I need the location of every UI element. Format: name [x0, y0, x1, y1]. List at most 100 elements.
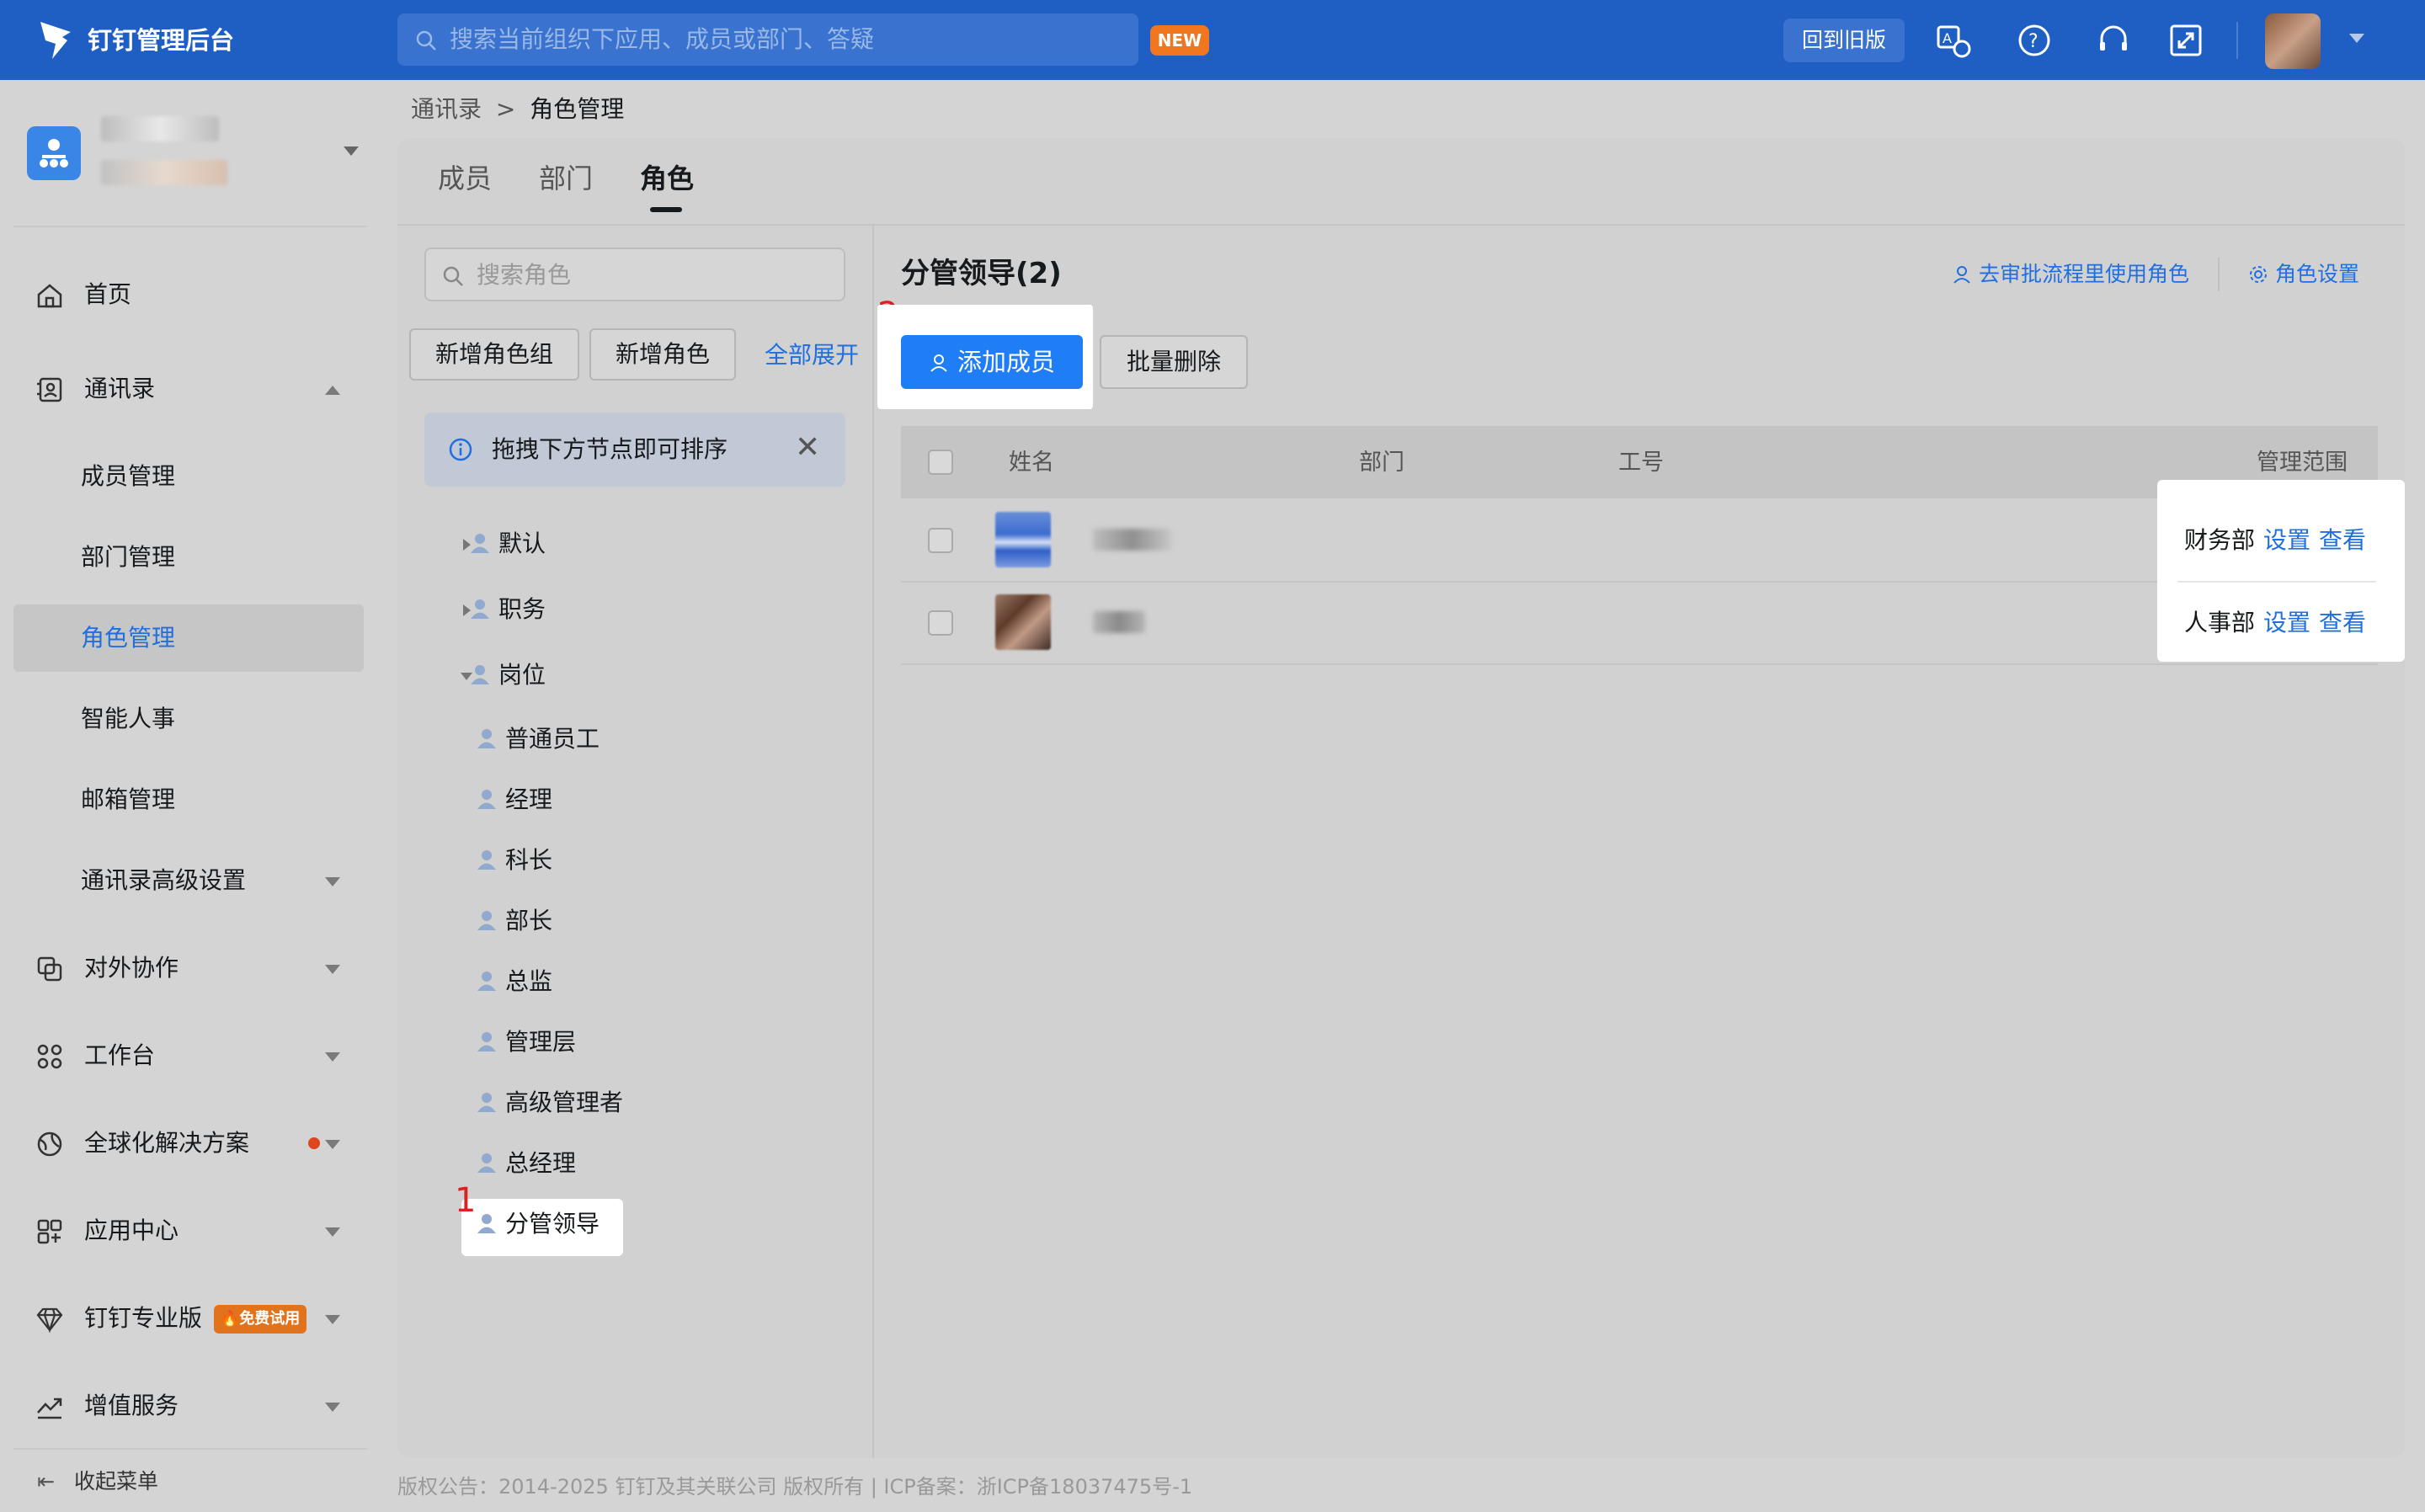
org-sub-blurred[interactable] — [101, 160, 227, 185]
member-avatar — [995, 512, 1051, 567]
sub-member-management[interactable]: 成员管理 — [13, 443, 364, 510]
chevron-down-icon — [325, 1315, 340, 1324]
search-icon — [416, 30, 436, 51]
nav-home[interactable]: 首页 — [13, 261, 364, 328]
tree-role-item[interactable]: 管理层 — [477, 1024, 576, 1061]
top-bar — [0, 0, 2425, 80]
collapse-icon: ⇤ — [37, 1469, 55, 1493]
search-placeholder: 搜索角色 — [477, 261, 572, 289]
divider — [2177, 581, 2376, 583]
chevron-up-icon — [325, 386, 340, 395]
chevron-down-icon — [325, 965, 340, 974]
nav-external-collab[interactable]: 对外协作 — [13, 934, 364, 1002]
org-name-blurred[interactable] — [101, 116, 219, 141]
tree-label: 科长 — [505, 846, 553, 874]
svg-text:A: A — [1943, 30, 1952, 46]
column-header-scope: 管理范围 — [2257, 450, 2348, 476]
user-avatar[interactable] — [2265, 13, 2321, 69]
tree-role-item[interactable]: 总经理 — [477, 1145, 576, 1182]
trend-icon — [37, 1398, 62, 1419]
chevron-down-icon[interactable] — [344, 146, 359, 156]
sub-smart-hr[interactable]: 智能人事 — [13, 685, 364, 753]
headset-icon[interactable] — [2095, 22, 2132, 59]
sub-advanced-settings[interactable]: 通讯录高级设置 — [13, 847, 364, 914]
use-in-approval-link[interactable]: 去审批流程里使用角色 — [1952, 258, 2189, 291]
role-search-input[interactable]: 搜索角色 — [424, 248, 845, 301]
sub-dept-management[interactable]: 部门管理 — [13, 524, 364, 591]
person-icon — [477, 1153, 496, 1173]
nav-label: 钉钉专业版 — [84, 1304, 203, 1332]
batch-delete-button[interactable]: 批量删除 — [1100, 335, 1248, 389]
global-search-input[interactable]: 搜索当前组织下应用、成员或部门、答疑 — [397, 13, 1138, 66]
new-badge: NEW — [1150, 25, 1209, 56]
tree-group-position[interactable]: 岗位 — [461, 657, 546, 694]
org-logo-icon[interactable] — [27, 126, 81, 180]
chevron-down-icon — [325, 1140, 340, 1149]
breadcrumb: 通讯录 > 角色管理 — [411, 91, 624, 128]
divider — [397, 224, 2405, 226]
row-divider — [901, 663, 2378, 665]
tab-departments[interactable]: 部门 — [539, 158, 593, 199]
person-icon — [477, 972, 496, 991]
role-title: 分管领导(2) — [901, 257, 1062, 290]
sub-role-management[interactable]: 角色管理 — [13, 604, 364, 672]
role-group-icon — [471, 665, 489, 684]
scope-set-link[interactable]: 设置 — [2263, 609, 2310, 636]
sub-mailbox[interactable]: 邮箱管理 — [13, 766, 364, 833]
tree-role-item[interactable]: 部长 — [477, 902, 552, 940]
breadcrumb-separator: > — [495, 95, 516, 123]
tip-text: 拖拽下方节点即可排序 — [492, 435, 728, 463]
scope-set-link[interactable]: 设置 — [2263, 526, 2310, 554]
add-role-button[interactable]: 新增角色 — [589, 328, 736, 381]
tree-role-item[interactable]: 普通员工 — [477, 721, 600, 758]
tree-role-item-selected[interactable]: 分管领导 — [477, 1206, 600, 1243]
tree-label: 职务 — [498, 595, 546, 623]
scope-view-link[interactable]: 查看 — [2319, 609, 2366, 636]
sub-label: 通讯录高级设置 — [81, 866, 247, 894]
search-placeholder: 搜索当前组织下应用、成员或部门、答疑 — [450, 25, 875, 53]
tree-role-item[interactable]: 高级管理者 — [477, 1084, 623, 1121]
tree-role-item[interactable]: 总监 — [477, 963, 553, 1000]
add-role-group-button[interactable]: 新增角色组 — [409, 328, 579, 381]
tab-members[interactable]: 成员 — [438, 158, 492, 199]
back-to-old-version-button[interactable]: 回到旧版 — [1783, 19, 1905, 62]
tree-role-item[interactable]: 经理 — [477, 781, 553, 818]
tab-roles[interactable]: 角色 — [640, 158, 694, 199]
row-checkbox[interactable] — [928, 610, 953, 636]
search-icon — [443, 266, 463, 286]
role-group-icon — [471, 534, 489, 553]
close-icon[interactable]: ✕ — [795, 429, 820, 466]
tree-group-duty[interactable]: 职务 — [463, 591, 546, 628]
nav-app-center[interactable]: 应用中心 — [13, 1197, 364, 1264]
nav-contacts[interactable]: 通讯录 — [13, 355, 364, 423]
free-trial-badge: 🔥免费试用 — [214, 1305, 306, 1334]
role-settings-link[interactable]: 角色设置 — [2248, 258, 2359, 291]
nav-label: 对外协作 — [84, 954, 179, 982]
tree-role-item[interactable]: 科长 — [477, 842, 553, 879]
nav-workbench[interactable]: 工作台 — [13, 1022, 364, 1089]
help-icon[interactable]: ? — [2016, 22, 2053, 59]
select-all-checkbox[interactable] — [928, 450, 953, 475]
home-icon — [37, 284, 62, 308]
scope-dept: 人事部 — [2184, 609, 2256, 636]
tree-label: 总监 — [505, 967, 553, 995]
nav-value-added[interactable]: 增值服务 — [13, 1372, 364, 1440]
add-member-button[interactable]: 添加成员 — [901, 335, 1083, 389]
breadcrumb-parent[interactable]: 通讯录 — [411, 95, 482, 123]
tree-label: 经理 — [505, 785, 553, 813]
tree-group-default[interactable]: 默认 — [463, 525, 546, 562]
button-label: 添加成员 — [957, 348, 1055, 376]
fullscreen-icon[interactable] — [2167, 22, 2204, 59]
scope-view-link[interactable]: 查看 — [2319, 526, 2366, 554]
row-checkbox[interactable] — [928, 528, 953, 553]
sub-label: 邮箱管理 — [81, 785, 176, 813]
expand-all-link[interactable]: 全部展开 — [765, 338, 859, 372]
sub-label: 部门管理 — [81, 543, 176, 571]
translate-icon[interactable]: A — [1935, 22, 1972, 59]
collapse-menu-button[interactable]: ⇤ 收起菜单 — [37, 1465, 158, 1499]
app-title: 钉钉管理后台 — [88, 26, 235, 55]
nav-dingtalk-pro[interactable]: 钉钉专业版 — [13, 1285, 364, 1352]
person-icon — [477, 790, 496, 809]
chevron-down-icon[interactable] — [2349, 34, 2364, 43]
breadcrumb-current: 角色管理 — [530, 95, 625, 123]
